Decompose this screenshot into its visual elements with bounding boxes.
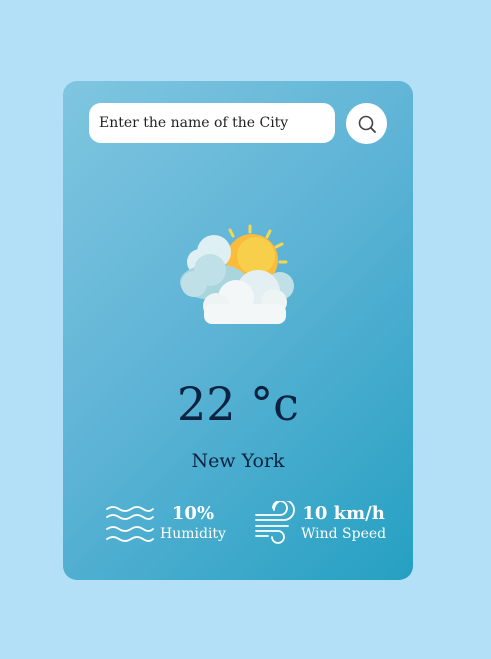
wind-speed-label: Wind Speed xyxy=(301,525,387,542)
search-button[interactable] xyxy=(346,103,387,144)
weather-card: 22 °c New York 10% Humidity xyxy=(63,81,413,580)
wind-stat: 10 km/h Wind Speed xyxy=(254,501,386,545)
wind-speed-value: 10 km/h xyxy=(302,503,385,525)
wind-icon xyxy=(255,501,295,544)
search-icon xyxy=(358,115,376,133)
humidity-value: 10% xyxy=(171,503,215,525)
waves-icon xyxy=(106,506,154,542)
humidity-label: Humidity xyxy=(160,525,226,542)
city-name: New York xyxy=(191,450,285,472)
temperature-value: 22 °c xyxy=(177,377,299,431)
humidity-stat: 10% Humidity xyxy=(105,501,226,545)
city-search-input[interactable] xyxy=(89,103,335,143)
sun-behind-clouds-icon xyxy=(180,224,294,324)
